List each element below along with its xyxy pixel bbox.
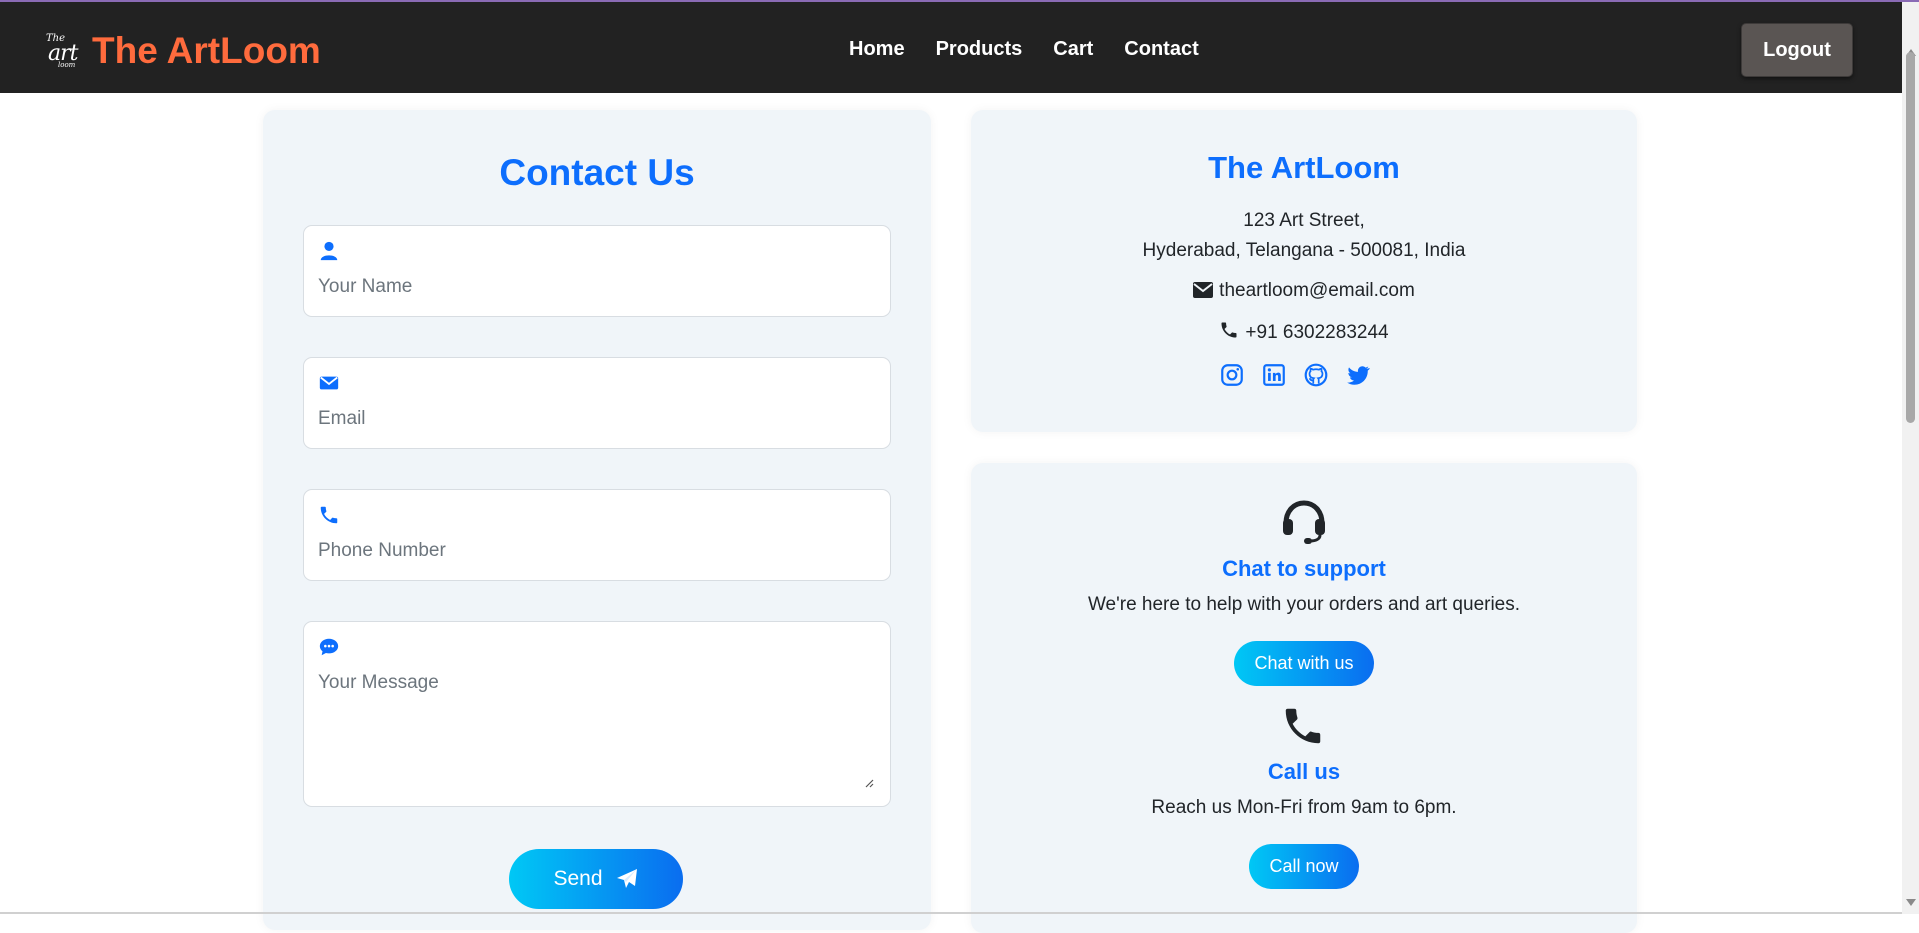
email-field[interactable]: Email	[303, 357, 891, 449]
scroll-down-arrow-icon[interactable]	[1906, 899, 1916, 906]
nav-link-home[interactable]: Home	[849, 38, 905, 61]
scrollbar-thumb[interactable]	[1906, 52, 1915, 423]
phone-field[interactable]: Phone Number	[303, 489, 891, 581]
send-button[interactable]: Send	[509, 849, 683, 909]
github-icon[interactable]	[1303, 362, 1329, 388]
email-placeholder: Email	[318, 408, 366, 429]
brand[interactable]: The art loom The ArtLoom	[44, 30, 321, 72]
contact-form-card: Contact Us Your Name Email Phone Number …	[263, 110, 931, 930]
phone-placeholder: Phone Number	[318, 540, 446, 561]
instagram-icon[interactable]	[1219, 362, 1245, 388]
call-now-button[interactable]: Call now	[1249, 844, 1359, 889]
company-title: The ArtLoom	[1208, 150, 1400, 185]
call-description: Reach us Mon-Fri from 9am to 6pm.	[1151, 797, 1457, 818]
nav-link-contact[interactable]: Contact	[1124, 38, 1198, 61]
twitter-icon[interactable]	[1345, 362, 1371, 388]
phone-icon	[1221, 322, 1237, 338]
brand-logo: The art loom	[46, 33, 79, 69]
chat-with-us-button[interactable]: Chat with us	[1234, 641, 1374, 686]
chat-title: Chat to support	[1222, 556, 1386, 581]
phone-line: +91 6302283244	[971, 320, 1637, 344]
phone-icon	[320, 506, 338, 524]
nav-link-cart[interactable]: Cart	[1053, 38, 1093, 61]
paper-plane-icon	[616, 869, 637, 888]
company-info-card: The ArtLoom 123 Art Street, Hyderabad, T…	[971, 110, 1637, 432]
address-line-1: 123 Art Street,	[1243, 210, 1365, 231]
message-field[interactable]: Your Message	[303, 621, 891, 807]
support-card: Chat to support We're here to help with …	[971, 463, 1637, 933]
scrollbar[interactable]	[1902, 2, 1919, 914]
chat-bubble-icon	[319, 638, 339, 656]
envelope-icon	[1193, 282, 1214, 298]
send-label: Send	[553, 867, 603, 890]
brand-name: The ArtLoom	[92, 30, 321, 71]
logout-button[interactable]: Logout	[1741, 23, 1853, 77]
name-placeholder: Your Name	[318, 276, 413, 297]
message-placeholder: Your Message	[318, 672, 439, 693]
user-icon	[320, 241, 338, 261]
contact-title: Contact Us	[499, 152, 695, 193]
nav-link-products[interactable]: Products	[936, 38, 1023, 61]
email-line: theartloom@email.com	[971, 280, 1637, 302]
call-title: Call us	[1267, 759, 1341, 784]
phone-icon	[1285, 708, 1321, 744]
company-phone[interactable]: +91 6302283244	[1245, 322, 1388, 343]
name-field[interactable]: Your Name	[303, 225, 891, 317]
linkedin-icon[interactable]	[1261, 362, 1287, 388]
chat-description: We're here to help with your orders and …	[1087, 594, 1521, 615]
address-line-2: Hyderabad, Telangana - 500081, India	[1142, 240, 1466, 261]
navbar: The art loom The ArtLoom Home Products C…	[0, 2, 1902, 93]
social-links	[1219, 362, 1371, 388]
company-email[interactable]: theartloom@email.com	[1219, 280, 1415, 301]
nav-links: Home Products Cart Contact	[849, 38, 1199, 61]
resize-grip-icon[interactable]	[864, 778, 874, 788]
envelope-icon	[319, 376, 339, 390]
headset-icon	[1283, 500, 1325, 544]
